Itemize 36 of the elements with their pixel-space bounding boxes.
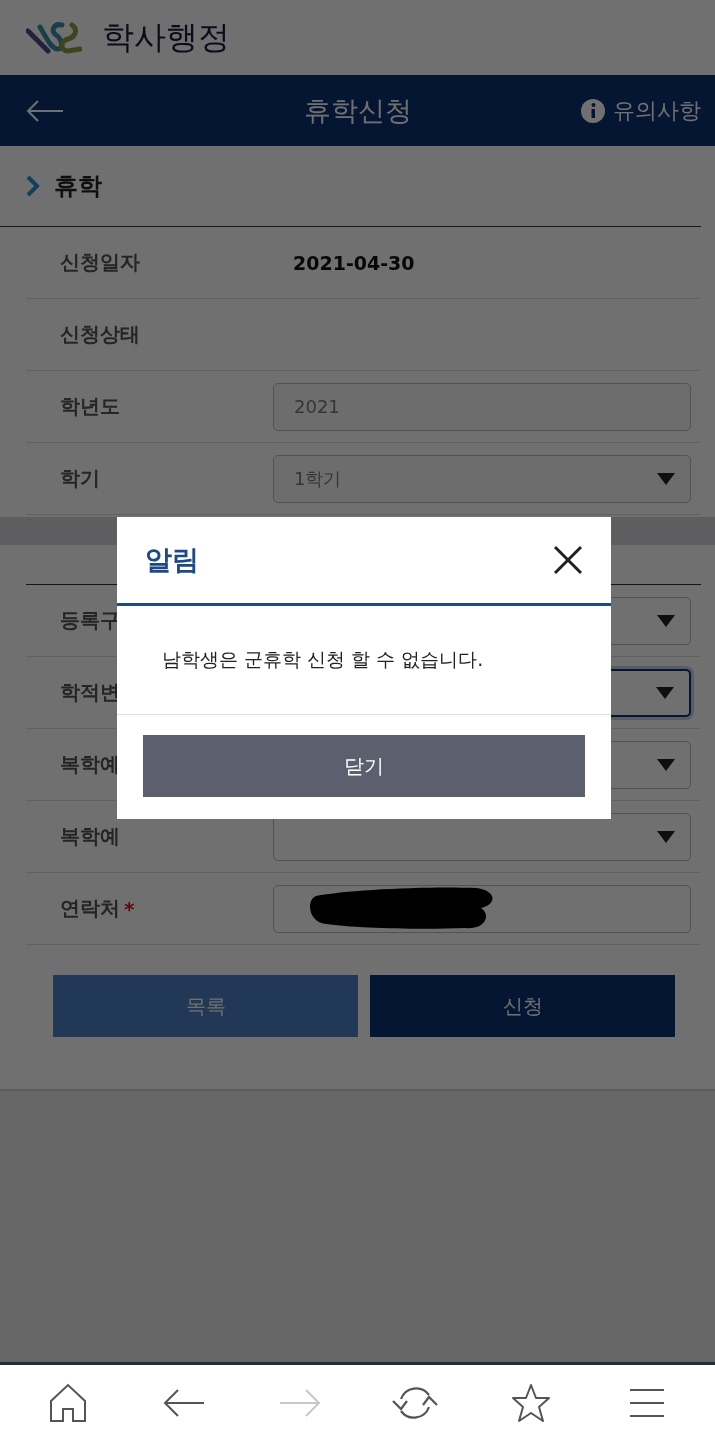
info-icon xyxy=(581,98,605,123)
field-label: 연락처 xyxy=(60,895,120,922)
page-title: 휴학신청 xyxy=(303,94,412,126)
field-label: 복학예 xyxy=(60,823,120,850)
field-value: 2021-04-30 xyxy=(293,251,415,274)
back-arrow-icon[interactable] xyxy=(162,1387,205,1418)
notice-link[interactable]: 유의사항 xyxy=(581,95,701,126)
list-button[interactable]: 목록 xyxy=(53,975,358,1037)
required-asterisk: * xyxy=(124,896,135,921)
input-field[interactable] xyxy=(273,884,691,933)
field-label: 등록구 xyxy=(60,607,120,634)
dropdown-caret-icon xyxy=(656,613,676,628)
dropdown-caret-icon xyxy=(656,757,676,772)
dialog-title: 알림 xyxy=(145,543,199,577)
field-label: 신청상태 xyxy=(59,321,141,348)
submit-button[interactable]: 신청 xyxy=(370,975,675,1037)
dropdown-caret-icon xyxy=(656,829,676,844)
dialog-message: 남학생은 군휴학 신청 할 수 없습니다. xyxy=(162,647,484,672)
home-icon[interactable] xyxy=(47,1382,88,1423)
logo-icon xyxy=(26,20,82,55)
section-title: 휴학 xyxy=(54,171,102,202)
field-label: 복학예 xyxy=(60,751,120,778)
field-label: 학년도 xyxy=(59,393,121,420)
app-title: 학사행정 xyxy=(102,16,230,58)
input-field[interactable]: 2021 xyxy=(273,382,691,431)
star-icon[interactable] xyxy=(511,1382,552,1423)
field-label: 신청일자 xyxy=(59,249,141,276)
select-field[interactable]: 1학기 xyxy=(273,454,691,503)
chevron-icon xyxy=(26,175,40,197)
field-label: 학적변 xyxy=(60,679,120,706)
menu-icon[interactable] xyxy=(629,1387,666,1418)
dropdown-caret-icon xyxy=(655,685,675,700)
dropdown-caret-icon xyxy=(656,471,676,486)
close-icon[interactable] xyxy=(553,545,583,575)
field-label: 학기 xyxy=(59,465,101,492)
close-button[interactable]: 닫기 xyxy=(143,735,585,797)
